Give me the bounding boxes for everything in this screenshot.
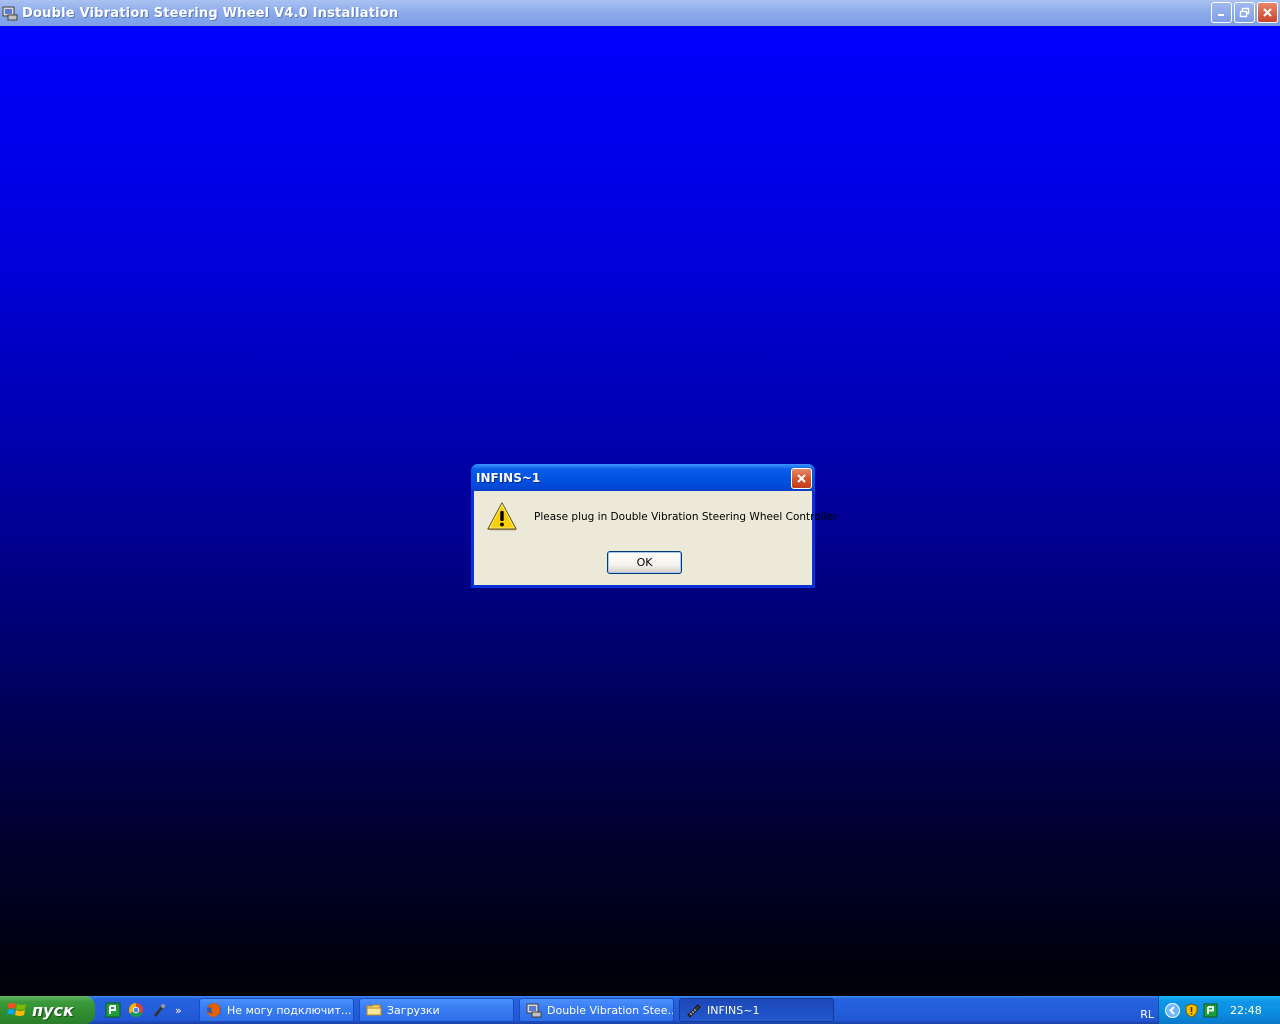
task-label: INFINS~1	[707, 1003, 760, 1017]
installer-icon	[2, 6, 18, 21]
installer-icon	[526, 1003, 542, 1018]
back-arrow-icon[interactable]	[1165, 1002, 1180, 1018]
start-button[interactable]: пуск	[0, 996, 95, 1024]
folder-icon	[366, 1004, 382, 1016]
task-label: Загрузки	[387, 1003, 440, 1017]
quick-launch-bar: »	[104, 999, 182, 1021]
language-indicator[interactable]: RL	[1140, 1003, 1154, 1022]
dialog-titlebar[interactable]: INFINS~1	[471, 464, 815, 491]
windows-logo-icon	[7, 1003, 26, 1016]
close-button[interactable]	[1257, 2, 1278, 23]
start-label: пуск	[32, 1000, 74, 1020]
task-infins[interactable]: INFINS~1	[679, 998, 834, 1022]
language-label: RL	[1140, 1008, 1154, 1021]
ok-button[interactable]: OK	[607, 551, 682, 574]
dialog-body: Please plug in Double Vibration Steering…	[474, 491, 837, 585]
dialog-title: INFINS~1	[476, 470, 541, 485]
quick-launch-chevron[interactable]: »	[175, 1004, 182, 1017]
dialog-message: Please plug in Double Vibration Steering…	[534, 511, 838, 523]
message-dialog: INFINS~1 Please plug in Double Vibration…	[471, 464, 837, 588]
restore-icon	[1239, 7, 1250, 18]
task-firefox[interactable]: Не могу подключит...	[199, 998, 354, 1022]
security-shield-icon[interactable]	[1184, 1002, 1199, 1018]
guardian-tray-icon[interactable]	[1203, 1003, 1218, 1018]
setup-icon	[687, 1004, 701, 1018]
dialog-close-button[interactable]	[791, 468, 812, 489]
restore-button[interactable]	[1234, 2, 1255, 23]
task-downloads-folder[interactable]: Загрузки	[359, 998, 514, 1022]
close-icon	[797, 474, 806, 483]
warning-icon	[487, 502, 517, 531]
minimize-icon	[1218, 14, 1224, 16]
task-installer[interactable]: Double Vibration Stee...	[519, 998, 674, 1022]
system-tray: 22:48	[1158, 996, 1280, 1024]
guardian-icon[interactable]	[104, 1001, 122, 1019]
chrome-icon[interactable]	[127, 1001, 145, 1019]
window-controls	[1211, 2, 1278, 23]
close-icon	[1263, 8, 1272, 17]
main-window-titlebar[interactable]: Double Vibration Steering Wheel V4.0 Ins…	[0, 0, 1280, 26]
task-label: Не могу подключит...	[227, 1003, 352, 1017]
task-label: Double Vibration Stee...	[547, 1003, 674, 1017]
minimize-button[interactable]	[1211, 2, 1232, 23]
taskbar: пуск » Не могу подключит... Загрузки Dou…	[0, 996, 1280, 1024]
pen-app-icon[interactable]	[150, 1001, 168, 1019]
clock[interactable]: 22:48	[1230, 1004, 1262, 1017]
window-title: Double Vibration Steering Wheel V4.0 Ins…	[22, 5, 399, 21]
firefox-icon	[207, 1003, 221, 1017]
